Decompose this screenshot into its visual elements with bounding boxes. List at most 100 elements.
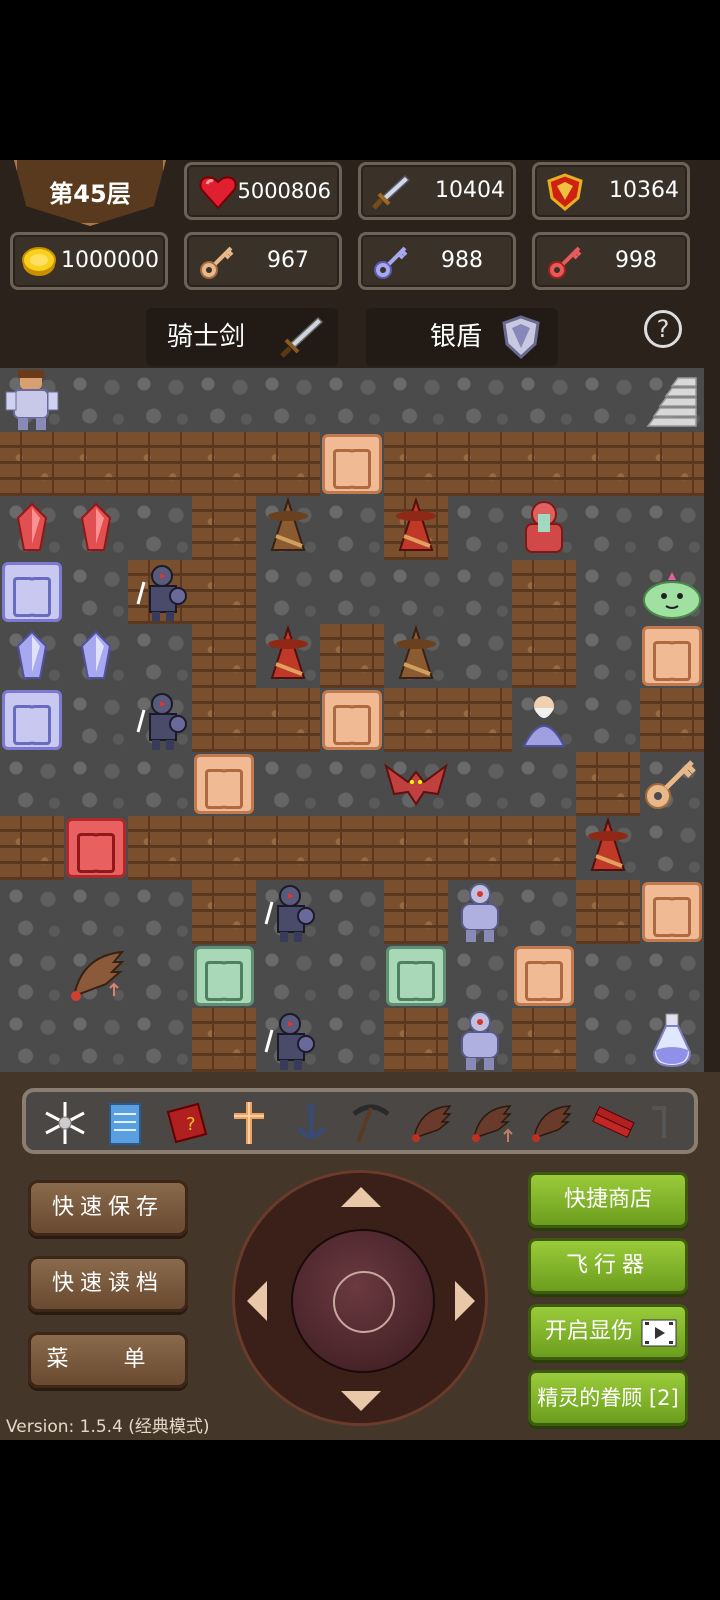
- fairy-favor-button[interactable]: 精灵的眷顾 [2]: [528, 1370, 688, 1426]
- wall-tile[interactable]: [0, 816, 64, 880]
- floor-tile[interactable]: [448, 944, 512, 1008]
- brown-wizard[interactable]: [256, 496, 320, 560]
- quick-load-button[interactable]: 快速读档: [28, 1256, 188, 1312]
- door-blue[interactable]: [2, 690, 62, 750]
- monster-book-icon[interactable]: ?: [160, 1098, 214, 1148]
- joystick-knob[interactable]: [291, 1229, 435, 1373]
- floor-tile[interactable]: [64, 880, 128, 944]
- wall-tile[interactable]: [576, 432, 640, 496]
- floor-tile[interactable]: [448, 368, 512, 432]
- down-arrow[interactable]: [341, 1391, 381, 1411]
- wall-tile[interactable]: [192, 688, 256, 752]
- floor-tile[interactable]: [384, 368, 448, 432]
- wall-tile[interactable]: [384, 1008, 448, 1072]
- door-blue[interactable]: [2, 562, 62, 622]
- brown-wizard[interactable]: [384, 624, 448, 688]
- floor-tile[interactable]: [192, 368, 256, 432]
- door-yellow[interactable]: [194, 754, 254, 814]
- wall-tile[interactable]: [512, 432, 576, 496]
- floor-tile[interactable]: [192, 752, 256, 816]
- direction-pad[interactable]: [232, 1170, 488, 1426]
- yellow-key-item[interactable]: [640, 752, 704, 816]
- green-slime[interactable]: [640, 560, 704, 624]
- anchor-icon[interactable]: [284, 1098, 338, 1148]
- wall-tile[interactable]: [128, 816, 192, 880]
- wall-tile[interactable]: [64, 432, 128, 496]
- floor-tile[interactable]: [384, 944, 448, 1008]
- wall-tile[interactable]: [192, 816, 256, 880]
- floor-tile[interactable]: [448, 496, 512, 560]
- wall-tile[interactable]: [192, 560, 256, 624]
- red-gem[interactable]: [64, 496, 128, 560]
- shield-slot[interactable]: 银盾: [366, 308, 558, 366]
- floor-tile[interactable]: [576, 944, 640, 1008]
- floor-tile[interactable]: [576, 560, 640, 624]
- cross-icon[interactable]: [222, 1098, 276, 1148]
- floor-tile[interactable]: [192, 944, 256, 1008]
- floor-tile[interactable]: [448, 560, 512, 624]
- floor-tile[interactable]: [640, 944, 704, 1008]
- floor-tile[interactable]: [512, 880, 576, 944]
- notebook-icon[interactable]: [98, 1098, 152, 1148]
- pickaxe-icon[interactable]: [344, 1098, 398, 1148]
- floor-tile[interactable]: [576, 688, 640, 752]
- floor-tile[interactable]: [0, 560, 64, 624]
- floor-tile[interactable]: [576, 1008, 640, 1072]
- fly-button[interactable]: 飞行器: [528, 1238, 688, 1294]
- floor-tile[interactable]: [256, 752, 320, 816]
- wall-tile[interactable]: [0, 432, 64, 496]
- floor-tile[interactable]: [256, 944, 320, 1008]
- game-map[interactable]: [0, 368, 720, 1072]
- wall-tile[interactable]: [512, 816, 576, 880]
- old-sage-npc[interactable]: [512, 688, 576, 752]
- wall-tile[interactable]: [192, 1008, 256, 1072]
- wall-tile[interactable]: [640, 688, 704, 752]
- blue-gem[interactable]: [0, 624, 64, 688]
- floor-tile[interactable]: [128, 624, 192, 688]
- red-guard[interactable]: [512, 496, 576, 560]
- wall-tile[interactable]: [384, 688, 448, 752]
- floor-tile[interactable]: [448, 752, 512, 816]
- door-green[interactable]: [386, 946, 446, 1006]
- door-yellow[interactable]: [322, 434, 382, 494]
- door-green[interactable]: [194, 946, 254, 1006]
- wall-tile[interactable]: [192, 880, 256, 944]
- door-yellow[interactable]: [642, 626, 702, 686]
- floor-tile[interactable]: [64, 368, 128, 432]
- up-arrow[interactable]: [341, 1187, 381, 1207]
- wall-tile[interactable]: [192, 624, 256, 688]
- silver-armor-guard[interactable]: [448, 880, 512, 944]
- floor-tile[interactable]: [320, 496, 384, 560]
- floor-tile[interactable]: [128, 1008, 192, 1072]
- floor-tile[interactable]: [320, 432, 384, 496]
- floor-tile[interactable]: [64, 1008, 128, 1072]
- wall-tile[interactable]: [256, 816, 320, 880]
- wall-tile[interactable]: [320, 816, 384, 880]
- red-wizard[interactable]: [256, 624, 320, 688]
- floor-tile[interactable]: [576, 368, 640, 432]
- wall-tile[interactable]: [192, 432, 256, 496]
- floor-tile[interactable]: [512, 752, 576, 816]
- dynamite-icon[interactable]: [586, 1098, 640, 1148]
- snowflake-icon[interactable]: [38, 1098, 92, 1148]
- floor-tile[interactable]: [64, 688, 128, 752]
- floor-tile[interactable]: [0, 880, 64, 944]
- floor-tile[interactable]: [320, 1008, 384, 1072]
- wall-tile[interactable]: [320, 624, 384, 688]
- wall-tile[interactable]: [128, 432, 192, 496]
- door-yellow[interactable]: [322, 690, 382, 750]
- wall-tile[interactable]: [576, 880, 640, 944]
- wall-tile[interactable]: [512, 624, 576, 688]
- door-red[interactable]: [66, 818, 126, 878]
- red-bat[interactable]: [384, 752, 448, 816]
- floor-tile[interactable]: [320, 368, 384, 432]
- menu-button[interactable]: 菜 单: [28, 1332, 188, 1388]
- right-arrow[interactable]: [455, 1281, 475, 1321]
- wing-up-icon[interactable]: [464, 1098, 518, 1148]
- floor-tile[interactable]: [0, 1008, 64, 1072]
- door-yellow[interactable]: [514, 946, 574, 1006]
- dark-knight[interactable]: [128, 560, 192, 624]
- fly-wing-item[interactable]: [64, 944, 128, 1008]
- floor-tile[interactable]: [128, 880, 192, 944]
- floor-tile[interactable]: [64, 816, 128, 880]
